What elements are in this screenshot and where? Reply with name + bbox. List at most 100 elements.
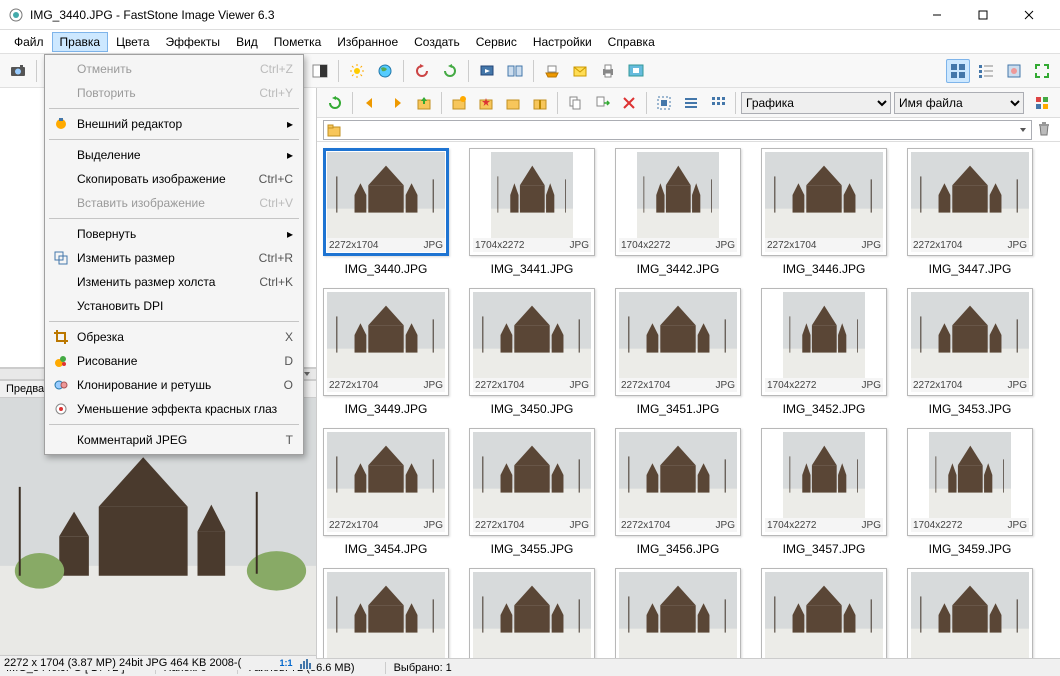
nav-up-icon[interactable] — [412, 91, 436, 115]
view-small-icon[interactable] — [706, 91, 730, 115]
folder-new-icon[interactable] — [447, 91, 471, 115]
thumb-format: JPG — [424, 380, 443, 391]
menu-item-скопировать-изображение[interactable]: Скопировать изображениеCtrl+C — [47, 167, 301, 191]
nav-refresh-icon[interactable] — [323, 91, 347, 115]
copy-icon[interactable] — [563, 91, 587, 115]
path-bar — [317, 118, 1060, 142]
menu-пометка[interactable]: Пометка — [266, 32, 330, 52]
maximize-button[interactable] — [960, 0, 1006, 30]
thumbnail[interactable]: 2272x1704JPGIMG_3453.JPG — [905, 288, 1035, 416]
select-all-icon[interactable] — [652, 91, 676, 115]
menu-item-клонирование-и-ретушь[interactable]: Клонирование и ретушьO — [47, 373, 301, 397]
folder-zip-icon[interactable] — [528, 91, 552, 115]
thumbnail[interactable]: 2272x1704JPGIMG_3461.JPG — [467, 568, 597, 658]
menu-item-рисование[interactable]: РисованиеD — [47, 349, 301, 373]
thumbnail[interactable]: 2272x1704JPGIMG_3447.JPG — [905, 148, 1035, 276]
folder-fav-icon[interactable] — [474, 91, 498, 115]
view-single-icon[interactable] — [1002, 59, 1026, 83]
thumbnail[interactable]: 2272x1704JPGIMG_3462.JPG — [613, 568, 743, 658]
menubar: ФайлПравкаЦветаЭффектыВидПометкаИзбранно… — [0, 30, 1060, 54]
thumbnail[interactable]: 2272x1704JPGIMG_3454.JPG — [321, 428, 451, 556]
menu-item-установить-dpi[interactable]: Установить DPI — [47, 294, 301, 318]
close-button[interactable] — [1006, 0, 1052, 30]
edit-menu-dropdown: ОтменитьCtrl+ZПовторитьCtrl+YВнешний ред… — [44, 54, 304, 455]
camera-icon[interactable] — [6, 59, 30, 83]
nav-forward-icon[interactable] — [385, 91, 409, 115]
tool-wallpaper-icon[interactable] — [624, 59, 648, 83]
tool-email-icon[interactable] — [568, 59, 592, 83]
menu-справка[interactable]: Справка — [600, 32, 663, 52]
folder-open-icon[interactable] — [501, 91, 525, 115]
blank-icon — [51, 171, 71, 187]
menu-эффекты[interactable]: Эффекты — [158, 32, 229, 52]
delete-icon[interactable] — [617, 91, 641, 115]
blank-icon — [51, 61, 71, 77]
file-navbar: Графика Имя файла — [317, 88, 1060, 118]
menu-цвета[interactable]: Цвета — [108, 32, 157, 52]
fit-actual-icon[interactable]: 1:1 — [276, 656, 296, 670]
thumbnail[interactable]: 2272x1704JPGIMG_3440.JPG — [321, 148, 451, 276]
thumbnail[interactable]: 2272x1704JPGIMG_3446.JPG — [759, 148, 889, 276]
thumbnail[interactable]: 2272x1704JPGIMG_3449.JPG — [321, 288, 451, 416]
tool-scanner-icon[interactable] — [540, 59, 564, 83]
thumbnail[interactable]: 1704x2272JPGIMG_3442.JPG — [613, 148, 743, 276]
menu-item-изменить-размер[interactable]: Изменить размерCtrl+R — [47, 246, 301, 270]
chevron-down-icon[interactable] — [1018, 125, 1028, 135]
sort-select[interactable]: Имя файла — [894, 92, 1024, 114]
filter-select[interactable]: Графика — [741, 92, 891, 114]
thumb-format: JPG — [1008, 520, 1027, 531]
thumbnail[interactable]: 1704x2272JPGIMG_3459.JPG — [905, 428, 1035, 556]
menu-item-внешний-редактор[interactable]: Внешний редактор▸ — [47, 112, 301, 136]
thumb-filename: IMG_3450.JPG — [467, 402, 597, 416]
rotate-left-icon[interactable] — [410, 59, 434, 83]
menu-item-повернуть[interactable]: Повернуть▸ — [47, 222, 301, 246]
view-details-icon[interactable] — [974, 59, 998, 83]
view-thumbnails-icon[interactable] — [946, 59, 970, 83]
thumb-format: JPG — [570, 520, 589, 531]
thumbnail-grid[interactable]: 2272x1704JPGIMG_3440.JPG1704x2272JPGIMG_… — [317, 142, 1060, 658]
thumb-filename: IMG_3455.JPG — [467, 542, 597, 556]
path-input[interactable] — [323, 120, 1032, 140]
histogram-icon[interactable] — [298, 656, 312, 670]
view-fullscreen-icon[interactable] — [1030, 59, 1054, 83]
thumbnail[interactable]: 2272x1704JPGIMG_3463.JPG — [759, 568, 889, 658]
thumbnail[interactable]: 2272x1704JPGIMG_3460.JPG — [321, 568, 451, 658]
nav-settings-icon[interactable] — [1030, 91, 1054, 115]
menu-item-уменьшение-эффекта-красных-глаз[interactable]: Уменьшение эффекта красных глаз — [47, 397, 301, 421]
thumbnail[interactable]: 2272x1704JPGIMG_3451.JPG — [613, 288, 743, 416]
tool-picture-bw-icon[interactable] — [308, 59, 332, 83]
thumbnail[interactable]: 2272x1704JPGIMG_3456.JPG — [613, 428, 743, 556]
menu-item-комментарий-jpeg[interactable]: Комментарий JPEGT — [47, 428, 301, 452]
tool-sun-icon[interactable] — [345, 59, 369, 83]
thumbnail[interactable]: 1704x2272JPGIMG_3452.JPG — [759, 288, 889, 416]
thumbnail[interactable]: 1704x2272JPGIMG_3441.JPG — [467, 148, 597, 276]
menu-файл[interactable]: Файл — [6, 32, 52, 52]
menu-настройки[interactable]: Настройки — [525, 32, 600, 52]
thumbnail[interactable]: 1704x2272JPGIMG_3457.JPG — [759, 428, 889, 556]
blank-icon — [51, 195, 71, 211]
thumb-filename: IMG_3449.JPG — [321, 402, 451, 416]
menu-сервис[interactable]: Сервис — [468, 32, 525, 52]
tool-globe-icon[interactable] — [373, 59, 397, 83]
move-icon[interactable] — [590, 91, 614, 115]
tool-print-icon[interactable] — [596, 59, 620, 83]
rotate-right-icon[interactable] — [438, 59, 462, 83]
menu-создать[interactable]: Создать — [406, 32, 468, 52]
menu-избранное[interactable]: Избранное — [329, 32, 406, 52]
trash-icon[interactable] — [1036, 121, 1054, 139]
nav-back-icon[interactable] — [358, 91, 382, 115]
menu-item-повторить: ПовторитьCtrl+Y — [47, 81, 301, 105]
view-list-icon[interactable] — [679, 91, 703, 115]
thumb-dims: 1704x2272 — [621, 240, 671, 251]
menu-item-обрезка[interactable]: ОбрезкаX — [47, 325, 301, 349]
minimize-button[interactable] — [914, 0, 960, 30]
menu-item-выделение[interactable]: Выделение▸ — [47, 143, 301, 167]
thumbnail[interactable]: 2272x1704JPGIMG_3450.JPG — [467, 288, 597, 416]
tool-compare-icon[interactable] — [503, 59, 527, 83]
menu-правка[interactable]: Правка — [52, 32, 109, 52]
menu-item-изменить-размер-холста[interactable]: Изменить размер холстаCtrl+K — [47, 270, 301, 294]
thumbnail[interactable]: 2272x1704JPGIMG_3464.JPG — [905, 568, 1035, 658]
tool-slideshow-icon[interactable] — [475, 59, 499, 83]
thumbnail[interactable]: 2272x1704JPGIMG_3455.JPG — [467, 428, 597, 556]
menu-вид[interactable]: Вид — [228, 32, 266, 52]
